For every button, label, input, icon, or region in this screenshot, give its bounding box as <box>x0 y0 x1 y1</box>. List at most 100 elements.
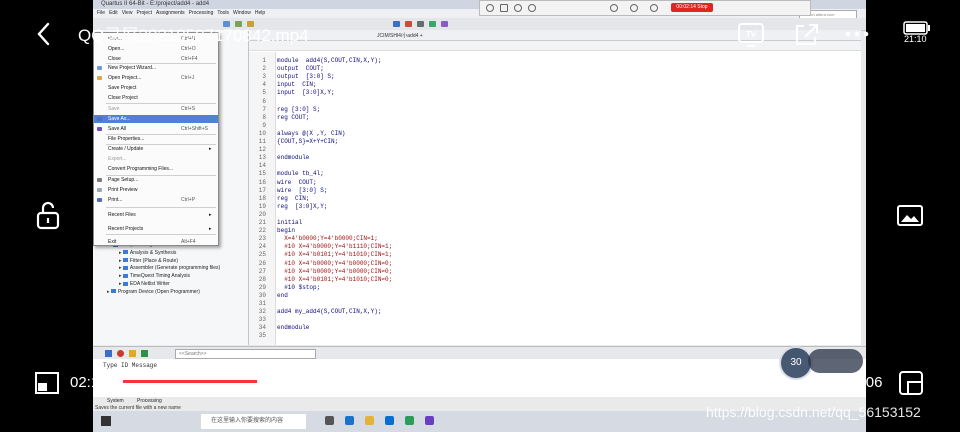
menu-window[interactable]: Window <box>233 9 251 18</box>
code-line[interactable]: #10 X=4'b0101;Y=4'b1010;CIN=0; <box>277 276 392 283</box>
code-line[interactable]: begin <box>277 227 295 234</box>
menu-tools[interactable]: Tools <box>217 9 229 18</box>
code-line[interactable]: #10 X=4'b0000;Y=4'b0000;CIN=0; <box>277 268 392 275</box>
code-line[interactable]: reg [3:0] S; <box>277 106 320 113</box>
tv-cast-icon[interactable]: TV <box>736 19 766 49</box>
code-line[interactable]: output COUT; <box>277 65 324 72</box>
pen-icon[interactable] <box>486 4 494 12</box>
file-menu-item-file-properties[interactable]: File Properties... <box>94 135 218 143</box>
code-line[interactable]: endmodule <box>277 154 309 161</box>
editor-tab-add4[interactable]: JCIM/SHl4/小add4 + <box>377 32 423 39</box>
rotate-screen-icon[interactable] <box>896 368 926 398</box>
screenshot-icon[interactable] <box>895 200 925 230</box>
store-icon[interactable] <box>385 416 394 425</box>
code-line[interactable]: initial <box>277 219 302 226</box>
menu-view[interactable]: View <box>122 9 133 18</box>
code-line[interactable]: reg [3:0]X,Y; <box>277 203 327 210</box>
code-line[interactable]: endmodule <box>277 324 309 331</box>
code-line[interactable]: reg CIN; <box>277 195 309 202</box>
file-menu-item-save-project[interactable]: Save Project <box>94 84 218 92</box>
file-menu-item-convert-programming-files[interactable]: Convert Programming Files... <box>94 165 218 173</box>
code-line[interactable]: input CIN; <box>277 81 317 88</box>
share-icon[interactable] <box>791 19 821 49</box>
file-menu-item-close-project[interactable]: Close Project <box>94 94 218 102</box>
file-menu-item-page-setup[interactable]: Page Setup... <box>94 176 218 184</box>
file-menu-item-print-preview[interactable]: Print Preview <box>94 186 218 194</box>
code-line[interactable]: input [3:0]X,Y; <box>277 89 335 96</box>
mic-icon[interactable] <box>630 4 638 12</box>
wechat-icon[interactable] <box>405 416 414 425</box>
arrow-icon[interactable] <box>528 4 536 12</box>
code-line[interactable]: always @(X ,Y, CIN) <box>277 130 345 137</box>
file-menu-item-recent-projects[interactable]: Recent Projects ▸ <box>94 225 218 233</box>
file-menu-item-save[interactable]: Save Ctrl+S <box>94 105 218 113</box>
code-line[interactable]: wire [3:0] S; <box>277 187 327 194</box>
info-filter-icon[interactable] <box>141 350 148 357</box>
code-line[interactable]: {COUT,S}=X+Y+CIN; <box>277 138 338 145</box>
code-line[interactable]: #10 X=4'b0101;Y=4'b1010;CIN=1; <box>277 251 392 258</box>
code-line[interactable]: add4 my_add4(S,COUT,CIN,X,Y); <box>277 308 381 315</box>
rect-icon[interactable] <box>500 4 508 12</box>
file-menu-item-new-project-wizard[interactable]: New Project Wizard... <box>94 64 218 72</box>
pause-record-icon[interactable] <box>650 4 658 12</box>
recording-stop-button[interactable]: 00:02:14 Stop <box>671 3 713 12</box>
tab-processing[interactable]: Processing <box>137 398 162 404</box>
unlock-icon[interactable] <box>33 200 63 230</box>
code-line[interactable]: X=4'b0000;Y=4'b0000;CIN=1; <box>277 235 378 242</box>
edge-icon[interactable] <box>345 416 354 425</box>
warning-filter-icon[interactable] <box>129 350 136 357</box>
file-menu-item-create-update[interactable]: Create / Update ▸ <box>94 145 218 153</box>
settings-icon[interactable] <box>417 21 424 27</box>
all-messages-icon[interactable] <box>105 350 112 357</box>
speaker-icon[interactable] <box>610 4 618 12</box>
task-item[interactable]: ▸ EDA Netlist Writer <box>105 281 220 289</box>
code-line[interactable]: module tb_4l; <box>277 170 324 177</box>
menu-processing[interactable]: Processing <box>189 9 214 18</box>
task-item[interactable]: ▸ Program Device (Open Programmer) <box>105 289 220 297</box>
code-line[interactable]: module add4(S,COUT,CIN,X,Y); <box>277 57 381 64</box>
pause-icon[interactable] <box>471 195 479 233</box>
file-menu-item-open-project[interactable]: Open Project... Ctrl+J <box>94 74 218 82</box>
code-line[interactable]: end <box>277 292 288 299</box>
task-item[interactable]: ▸ Assembler (Generate programming files) <box>105 265 220 273</box>
code-line[interactable]: #10 X=4'b0000;Y=4'b1110;CIN=1; <box>277 243 392 250</box>
file-menu-item-save-as[interactable]: Save As... <box>94 115 218 123</box>
text-editor[interactable]: JCIM/SHl4/小add4 + 1 2 3 4 5 6 7 8 9 10 11 12 13 14 15 1… <box>249 30 861 345</box>
stop-icon[interactable] <box>405 21 412 27</box>
code-line[interactable]: #10 $stop; <box>277 284 320 291</box>
mini-window-icon[interactable] <box>32 368 62 398</box>
analyze-icon[interactable] <box>429 21 436 27</box>
tab-system[interactable]: System <box>107 398 124 404</box>
compile-icon[interactable] <box>393 21 400 27</box>
menu-project[interactable]: Project <box>136 9 152 18</box>
windows-start-icon[interactable] <box>101 416 111 426</box>
menu-file[interactable]: File <box>97 9 105 18</box>
menu-help[interactable]: Help <box>255 9 265 18</box>
file-menu-item-close[interactable]: Close Ctrl+F4 <box>94 55 218 63</box>
task-view-icon[interactable] <box>325 416 334 425</box>
code-line[interactable]: #10 X=4'b0000;Y=4'b0000;CIN=0; <box>277 260 392 267</box>
menu-assignments[interactable]: Assignments <box>156 9 185 18</box>
menu-edit[interactable]: Edit <box>109 9 118 18</box>
message-search-input[interactable]: <<Search>> <box>175 349 316 359</box>
video-frame[interactable]: Quartus II 64-Bit - E:/project/add4 - ad… <box>93 0 866 432</box>
circle-icon[interactable] <box>514 4 522 12</box>
task-item[interactable]: ▸ Analysis & Synthesis <box>105 250 220 258</box>
code-line[interactable]: output [3:0] S; <box>277 73 335 80</box>
file-menu-item-save-all[interactable]: Save All Ctrl+Shift+S <box>94 125 218 133</box>
explorer-icon[interactable] <box>365 416 374 425</box>
code-line[interactable]: wire COUT; <box>277 179 317 186</box>
file-menu-item-recent-files[interactable]: Recent Files ▸ <box>94 211 218 219</box>
task-item[interactable]: ▸ TimeQuest Timing Analysis <box>105 273 220 281</box>
file-menu-item-exit[interactable]: Exit Alt+F4 <box>94 238 218 246</box>
progress-bar[interactable] <box>123 374 840 389</box>
task-item[interactable]: ▸ Fitter (Place & Route) <box>105 258 220 266</box>
file-menu-item-export[interactable]: Export... <box>94 155 218 163</box>
back-icon[interactable] <box>34 20 54 48</box>
more-options-icon[interactable] <box>842 19 872 49</box>
file-menu-item-open[interactable]: Open... Ctrl+O <box>94 45 218 53</box>
quartus-icon[interactable] <box>425 416 434 425</box>
taskbar-search-input[interactable]: 在这里输入你要搜索的内容 <box>201 414 306 429</box>
error-filter-icon[interactable] <box>117 350 124 357</box>
code-line[interactable]: reg COUT; <box>277 114 309 121</box>
